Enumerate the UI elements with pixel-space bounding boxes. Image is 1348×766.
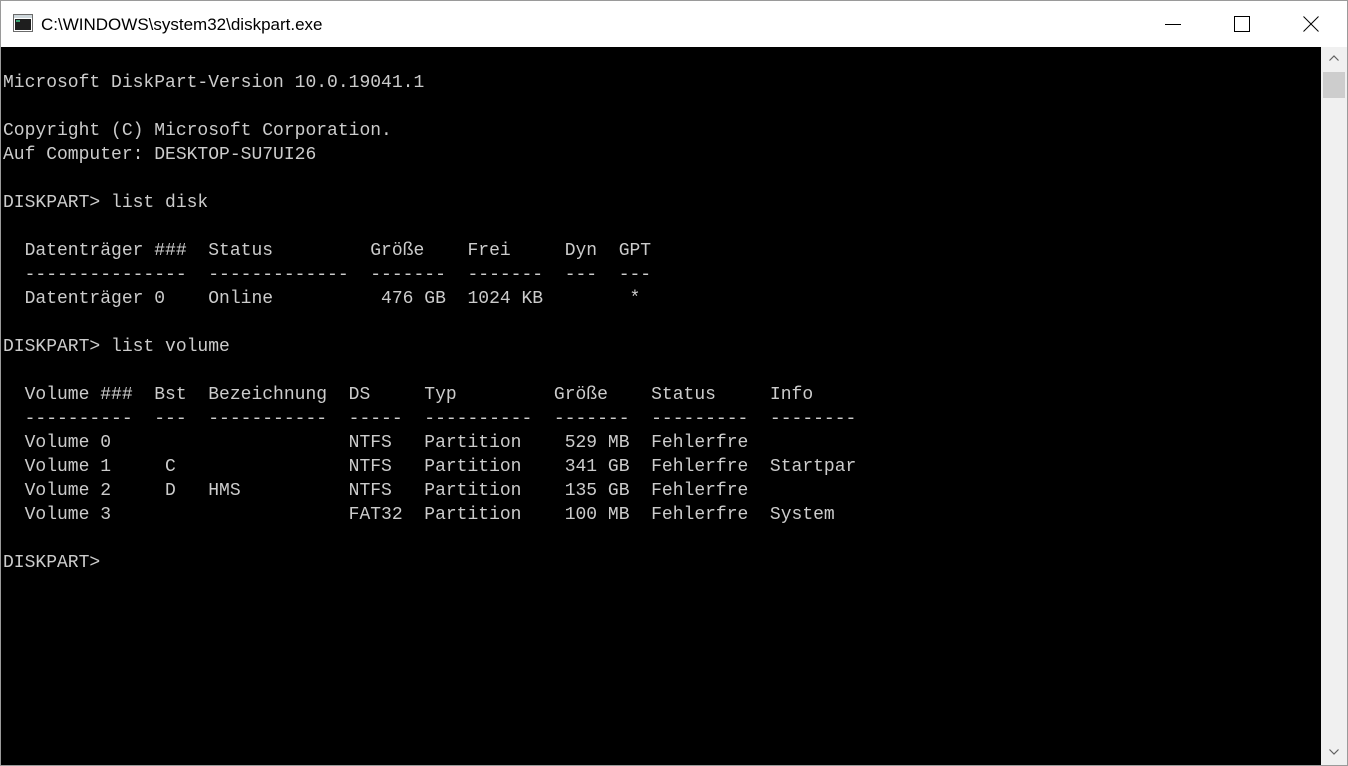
console-line: Datenträger ### Status Größe Frei Dyn GP… — [3, 241, 652, 261]
scrollbar-thumb[interactable] — [1323, 72, 1345, 98]
console-line: Volume 3 FAT32 Partition 100 MB Fehlerfr… — [3, 505, 835, 525]
maximize-button[interactable] — [1208, 1, 1278, 47]
console-app-icon[interactable] — [13, 14, 33, 32]
console-line: Volume 2 D HMS NTFS Partition 135 GB Feh… — [3, 481, 749, 501]
console-line: --------------- ------------- ------- --… — [3, 265, 652, 285]
console-line: Microsoft DiskPart-Version 10.0.19041.1 — [3, 73, 425, 93]
console-line: Auf Computer: DESKTOP-SU7UI26 — [3, 145, 317, 165]
console-line: Volume ### Bst Bezeichnung DS Typ Größe … — [3, 385, 814, 405]
minimize-button[interactable] — [1139, 1, 1209, 47]
console-line: Volume 1 C NTFS Partition 341 GB Fehlerf… — [3, 457, 857, 477]
close-icon — [1303, 16, 1319, 32]
console-window: C:\WINDOWS\system32\diskpart.exe Microso… — [0, 0, 1348, 766]
chevron-up-icon — [1329, 55, 1339, 61]
console-line: ---------- --- ----------- ----- -------… — [3, 409, 857, 429]
console-output-area[interactable]: Microsoft DiskPart-Version 10.0.19041.1 C… — [1, 47, 1321, 765]
console-line: DISKPART> list volume — [3, 337, 230, 357]
scroll-down-button[interactable] — [1321, 741, 1347, 765]
maximize-icon — [1234, 16, 1250, 32]
window-title: C:\WINDOWS\system32\diskpart.exe — [41, 15, 323, 34]
close-button[interactable] — [1277, 1, 1347, 47]
console-prompt-line: DISKPART> — [3, 553, 112, 573]
vertical-scrollbar[interactable] — [1321, 47, 1347, 765]
scroll-up-button[interactable] — [1321, 47, 1347, 71]
console-text: Microsoft DiskPart-Version 10.0.19041.1 C… — [3, 71, 856, 575]
console-line: Copyright (C) Microsoft Corporation. — [3, 121, 392, 141]
console-line: Datenträger 0 Online 476 GB 1024 KB * — [3, 289, 641, 309]
title-bar[interactable]: C:\WINDOWS\system32\diskpart.exe — [1, 1, 1347, 47]
chevron-down-icon — [1329, 749, 1339, 755]
console-line: Volume 0 NTFS Partition 529 MB Fehlerfre — [3, 433, 749, 453]
minimize-icon — [1165, 24, 1181, 25]
console-line: DISKPART> list disk — [3, 193, 209, 213]
